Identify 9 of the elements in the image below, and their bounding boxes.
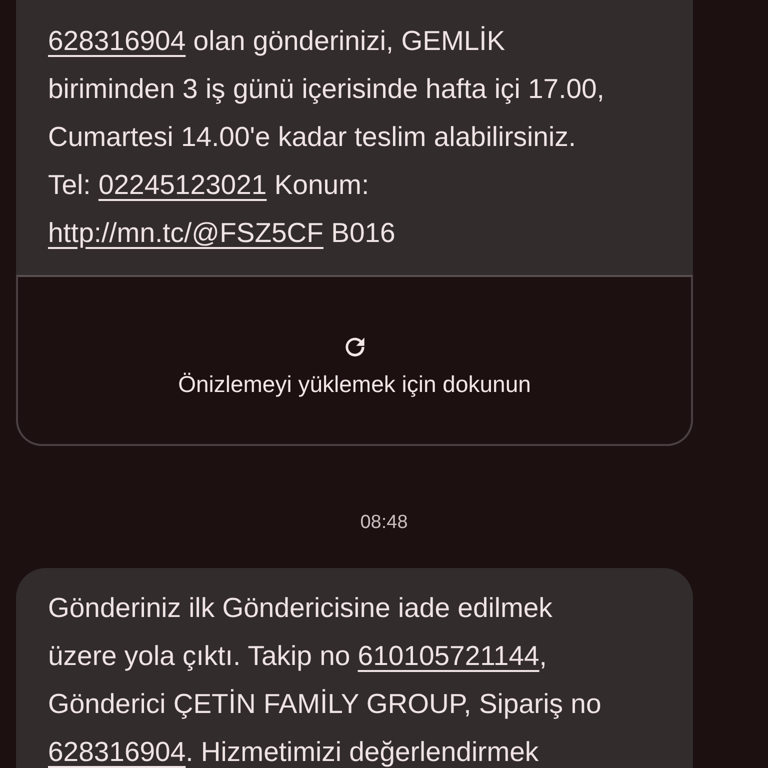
message-text: 628316904 olan gönderinizi, GEMLİK biriminden 3 iş günü içerisinde hafta içi 17.00, Cumartesi 14.00'e kadar teslim alabilirsiniz. Tel: 02245123021 Konum: http://mn.tc/@FSZ5CF B016 [47,24,606,250]
message-link[interactable]: 02245123021 [98,169,267,200]
message-link[interactable]: 628316904 [48,736,186,767]
load-preview-button[interactable]: Önizlemeyi yüklemek için dokunun [16,275,693,446]
message-link[interactable]: 610105721144 [358,640,540,671]
message-link[interactable]: 628316904 [48,25,186,56]
message-text: Gönderiniz ilk Göndericisine iade edilmek üzere yola çıktı. Takip no 610105721144, Gönderici ÇETİN FAMİLY GROUP, Sipariş no 628316904. Hizmetimizi değerlendirmek [47,591,602,768]
message-timestamp: 08:48 [360,512,408,534]
message-link[interactable]: http://mn.tc/@FSZ5CF [48,217,324,248]
